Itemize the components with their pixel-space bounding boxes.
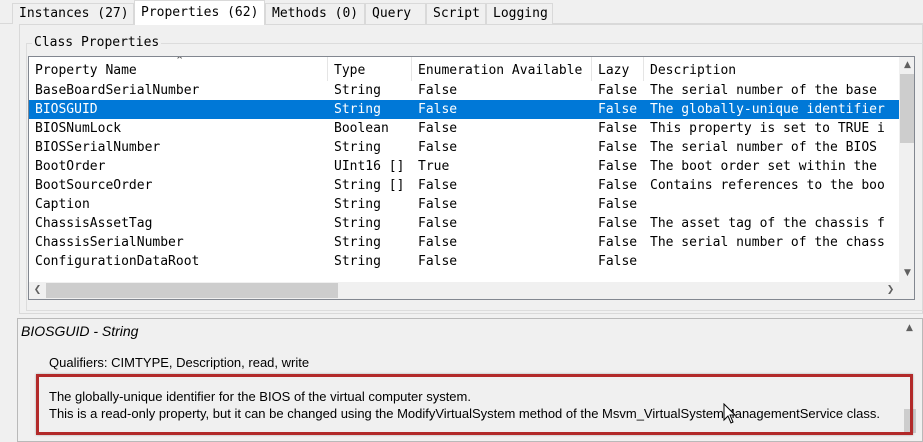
table-row[interactable]: BootOrder UInt16 [] True False The boot orde… — [29, 157, 899, 176]
cell-property-name: BootSourceOrder — [35, 178, 153, 193]
cell-enumeration: True — [418, 159, 450, 174]
scroll-right-icon[interactable]: ❯ — [882, 282, 899, 299]
cell-lazy: False — [598, 235, 638, 250]
properties-grid[interactable]: Property Name ⌃ Type Enumeration Availab… — [28, 56, 915, 300]
column-header-property-name[interactable]: Property Name ⌃ — [29, 57, 328, 81]
cell-description: The serial number of the chass — [650, 235, 885, 250]
cell-enumeration: False — [418, 140, 458, 155]
cell-enumeration: False — [418, 83, 458, 98]
cell-description — [644, 252, 899, 271]
cell-type: String [] — [334, 178, 405, 193]
cell-lazy: False — [598, 121, 638, 136]
cell-description: The serial number of the base — [650, 83, 877, 98]
cell-lazy: False — [598, 254, 638, 269]
column-header-lazy[interactable]: Lazy — [592, 57, 644, 81]
cell-type: String — [334, 83, 381, 98]
scrollbar-corner — [899, 282, 914, 299]
cell-description: The globally-unique identifier — [650, 102, 885, 117]
cell-enumeration: False — [418, 178, 458, 193]
mouse-cursor-icon — [723, 403, 737, 424]
cell-lazy: False — [598, 178, 638, 193]
cell-description: Contains references to the boo — [650, 178, 885, 193]
cell-lazy: False — [598, 159, 638, 174]
tab-properties[interactable]: Properties (62) — [134, 0, 265, 25]
cell-type: String — [334, 254, 381, 269]
tab-instances[interactable]: Instances (27) — [12, 3, 134, 24]
scroll-up-icon[interactable]: ▲ — [899, 57, 914, 74]
cell-enumeration: False — [418, 121, 458, 136]
cell-lazy: False — [598, 102, 638, 117]
cell-property-name: BaseBoardSerialNumber — [35, 83, 200, 98]
cell-type: String — [334, 235, 381, 250]
cell-enumeration: False — [418, 197, 458, 212]
qualifiers-text: Qualifiers: CIMTYPE, Description, read, … — [49, 355, 310, 370]
cell-type: Boolean — [334, 121, 389, 136]
cell-lazy: False — [598, 140, 638, 155]
table-row[interactable]: BIOSGUID String False False The globally-uni… — [29, 100, 899, 119]
cell-description: This property is set to TRUE i — [650, 121, 885, 136]
cell-property-name: Caption — [35, 197, 90, 212]
cell-lazy: False — [598, 216, 638, 231]
table-row[interactable]: BaseBoardSerialNumber String False False The… — [29, 81, 899, 100]
cell-lazy: False — [598, 83, 638, 98]
cell-enumeration: False — [418, 216, 458, 231]
table-row[interactable]: BootSourceOrder String [] False False Contai… — [29, 176, 899, 195]
tab-methods[interactable]: Methods (0) — [265, 3, 365, 24]
cell-property-name: ChassisAssetTag — [35, 216, 153, 231]
cell-property-name: ChassisSerialNumber — [35, 235, 184, 250]
scroll-left-icon[interactable]: ❮ — [29, 282, 46, 299]
cell-type: String — [334, 216, 381, 231]
cell-description: The serial number of the BIOS — [650, 140, 877, 155]
cell-description: The boot order set within the — [650, 159, 877, 174]
column-header-description[interactable]: Description — [644, 57, 899, 81]
tab-query[interactable]: Query — [365, 3, 426, 24]
detail-title: BIOSGUID - String — [21, 323, 139, 339]
table-row[interactable]: BIOSNumLock Boolean False False This propert… — [29, 119, 899, 138]
cell-property-name: ConfigurationDataRoot — [35, 254, 200, 269]
cell-type: String — [334, 140, 381, 155]
cell-lazy: False — [598, 197, 638, 212]
table-row[interactable]: Caption String False False — [29, 195, 899, 214]
table-row[interactable]: ChassisAssetTag String False False The asset… — [29, 214, 899, 233]
grid-rows: BaseBoardSerialNumber String False False The… — [29, 81, 899, 281]
grid-header: Property Name ⌃ Type Enumeration Availab… — [29, 57, 899, 81]
column-header-enumeration[interactable]: Enumeration Available — [412, 57, 592, 81]
cell-type: UInt16 [] — [334, 159, 405, 174]
vertical-scroll-thumb[interactable] — [900, 74, 914, 143]
sort-ascending-icon: ⌃ — [175, 57, 185, 67]
cell-enumeration: False — [418, 102, 458, 117]
horizontal-scroll-thumb[interactable] — [46, 283, 338, 298]
cell-property-name: BIOSSerialNumber — [35, 140, 161, 155]
description-highlight-box — [36, 374, 913, 435]
table-row[interactable]: BIOSSerialNumber String False False The seri… — [29, 138, 899, 157]
table-row[interactable]: ChassisSerialNumber String False False The s… — [29, 233, 899, 252]
scroll-up-icon[interactable]: ▲ — [901, 323, 918, 333]
table-row[interactable]: ConfigurationDataRoot String False False — [29, 252, 899, 271]
tab-bar: Instances (27) Properties (62) Methods (… — [0, 0, 923, 25]
column-header-type[interactable]: Type — [328, 57, 412, 81]
column-label: Property Name — [35, 63, 137, 78]
cell-enumeration: False — [418, 254, 458, 269]
tab-script[interactable]: Script — [426, 3, 486, 24]
cell-property-name: BIOSNumLock — [35, 121, 122, 136]
scroll-down-icon[interactable]: ▼ — [899, 265, 914, 282]
vertical-scrollbar[interactable]: ▲ ▼ — [899, 57, 914, 282]
cell-type: String — [334, 197, 381, 212]
cell-enumeration: False — [418, 235, 458, 250]
cell-property-name: BootOrder — [35, 159, 106, 174]
cell-property-name: BIOSGUID — [35, 102, 98, 117]
class-properties-label: Class Properties — [32, 35, 162, 50]
cell-type: String — [334, 102, 381, 117]
cell-description: The asset tag of the chassis f — [650, 216, 885, 231]
horizontal-scrollbar[interactable]: ❮ ❯ — [29, 282, 899, 299]
cell-description — [644, 195, 899, 214]
tab-logging[interactable]: Logging — [486, 3, 553, 24]
